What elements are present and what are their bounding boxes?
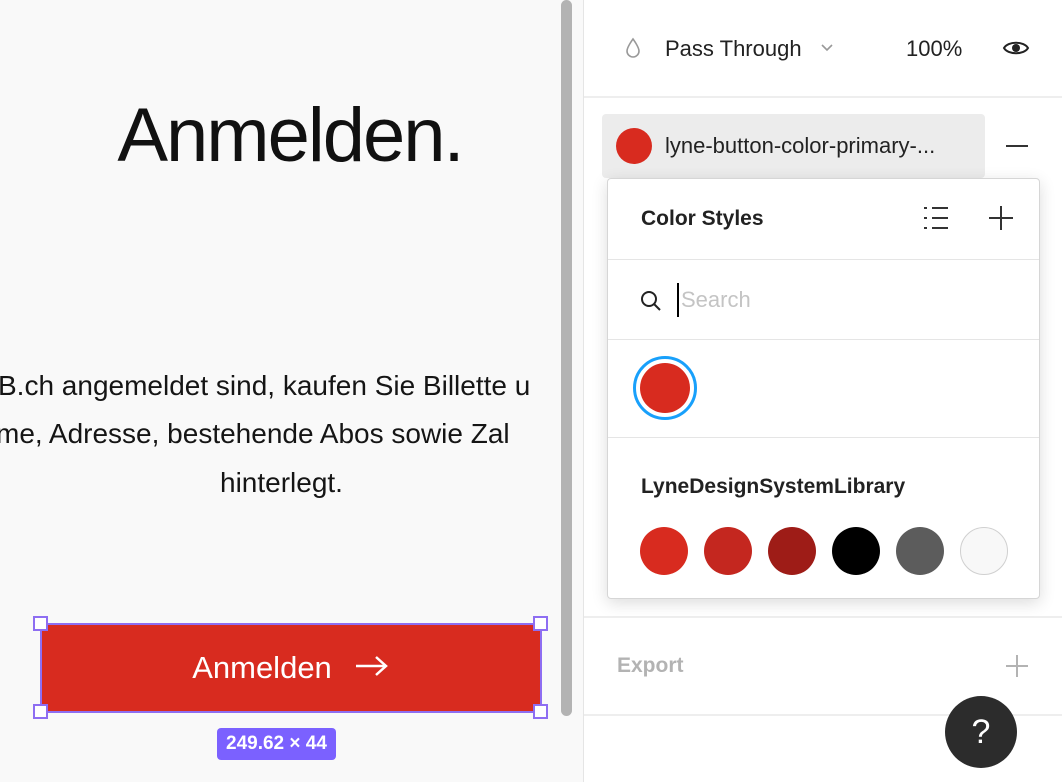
drop-icon bbox=[624, 37, 642, 64]
body-text-line-2: me, Adresse, bestehende Abos sowie Zal bbox=[0, 418, 510, 449]
color-swatch[interactable] bbox=[832, 527, 880, 575]
color-swatch[interactable] bbox=[768, 527, 816, 575]
fill-style-row[interactable]: lyne-button-color-primary-... bbox=[602, 114, 985, 178]
color-swatch[interactable] bbox=[896, 527, 944, 575]
fill-color-swatch[interactable] bbox=[616, 128, 652, 164]
search-input[interactable] bbox=[677, 283, 997, 317]
color-swatch[interactable] bbox=[960, 527, 1008, 575]
color-styles-popover: Color Styles LyneDesignSystemLibrary bbox=[607, 178, 1040, 599]
add-export-button[interactable] bbox=[1005, 654, 1029, 683]
help-button[interactable]: ? bbox=[945, 696, 1017, 768]
popover-title: Color Styles bbox=[641, 207, 764, 230]
popover-divider bbox=[608, 437, 1039, 438]
library-swatches bbox=[640, 527, 1008, 575]
blend-mode-dropdown[interactable]: Pass Through bbox=[665, 36, 802, 62]
eye-icon[interactable] bbox=[1002, 38, 1030, 63]
resize-handle-bottom-right[interactable] bbox=[533, 704, 548, 719]
list-view-icon[interactable] bbox=[922, 205, 950, 236]
resize-handle-top-left[interactable] bbox=[33, 616, 48, 631]
body-text-line-1: B.ch angemeldet sind, kaufen Sie Billett… bbox=[0, 370, 531, 401]
selection-size-label: 249.62 × 44 bbox=[217, 728, 336, 760]
layer-blend-row: Pass Through 100% bbox=[584, 24, 1062, 74]
chevron-down-icon[interactable] bbox=[820, 40, 834, 58]
resize-handle-bottom-left[interactable] bbox=[33, 704, 48, 719]
design-canvas[interactable]: Anmelden. B.ch angemeldet sind, kaufen S… bbox=[0, 0, 583, 782]
popover-divider bbox=[608, 259, 1039, 260]
layer-opacity-input[interactable]: 100% bbox=[906, 36, 962, 62]
export-section-title: Export bbox=[617, 654, 684, 677]
color-swatch[interactable] bbox=[704, 527, 752, 575]
fill-style-name: lyne-button-color-primary-... bbox=[665, 133, 936, 158]
color-swatch[interactable] bbox=[640, 527, 688, 575]
section-divider bbox=[584, 616, 1062, 618]
add-style-button[interactable] bbox=[988, 205, 1014, 236]
body-text-line-3: hinterlegt. bbox=[220, 467, 343, 498]
resize-handle-top-right[interactable] bbox=[533, 616, 548, 631]
frame-heading: Anmelden. bbox=[117, 93, 464, 178]
selected-color-swatch[interactable] bbox=[633, 356, 697, 420]
section-divider bbox=[584, 96, 1062, 98]
popover-divider bbox=[608, 339, 1039, 340]
library-name: LyneDesignSystemLibrary bbox=[641, 475, 906, 498]
selection-outline bbox=[40, 623, 542, 713]
remove-fill-button[interactable] bbox=[1006, 145, 1028, 147]
canvas-scrollbar[interactable] bbox=[561, 0, 572, 716]
search-icon bbox=[640, 290, 662, 317]
